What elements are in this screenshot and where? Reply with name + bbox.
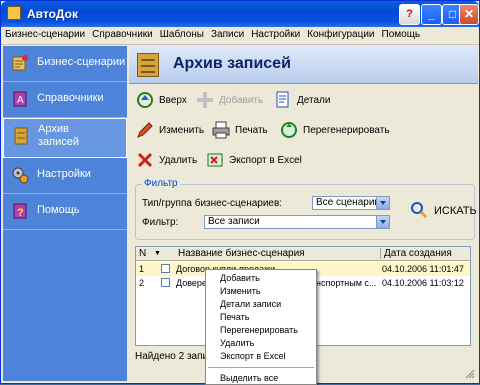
filter-group: Фильтр Тип/группа бизнес-сценариев: Все … (135, 178, 477, 240)
plus-icon (197, 92, 213, 108)
row-checkbox[interactable] (161, 264, 170, 273)
chevron-down-icon[interactable] (376, 216, 389, 228)
ctx-delete[interactable]: Удалить (206, 337, 316, 350)
sidebar: Бизнес-сценарии A Справочники Архив запи… (3, 46, 127, 381)
col-number[interactable]: N (139, 248, 146, 259)
sidebar-item-label: Бизнес-сценарии (37, 56, 126, 68)
ctx-regenerate[interactable]: Перегенерировать (206, 324, 316, 337)
sidebar-item-label: Справочники (37, 92, 104, 104)
menu-bar: Бизнес-сценарии Справочники Шаблоны Записи Н… (1, 27, 479, 45)
print-icon (212, 121, 230, 139)
resize-grip-icon[interactable] (465, 369, 475, 379)
window-title: АвтоДок (27, 7, 78, 21)
regenerate-icon (281, 122, 297, 138)
menu-help[interactable]: Помощь (378, 27, 424, 40)
menu-references[interactable]: Справочники (88, 27, 156, 40)
app-icon (7, 6, 21, 20)
page-header: Архив записей (129, 46, 478, 84)
table-header: N ▼ Название бизнес-сценария Дата создан… (136, 247, 470, 261)
menu-settings[interactable]: Настройки (247, 27, 303, 40)
archive-cabinet-icon (14, 127, 28, 145)
page-title: Архив записей (173, 55, 291, 72)
menu-scenarios[interactable]: Бизнес-сценарии (1, 27, 88, 40)
up-arrow-icon (137, 92, 153, 108)
chevron-down-icon[interactable] (376, 197, 389, 209)
menu-templates[interactable]: Шаблоны (156, 27, 207, 40)
export-excel-button[interactable]: Экспорт в Excel (205, 150, 315, 170)
excel-icon (207, 153, 223, 167)
help-button[interactable]: ? (399, 4, 420, 25)
details-button[interactable]: Детали (273, 90, 343, 110)
ctx-select-all[interactable]: Выделить все (206, 372, 316, 385)
help-book-icon: ? (13, 203, 27, 219)
add-button[interactable]: Добавить (195, 90, 265, 110)
sidebar-item-help[interactable]: ? Помощь (3, 194, 127, 230)
archive-cabinet-icon (137, 53, 159, 77)
sidebar-item-label: Настройки (37, 168, 91, 180)
menu-records[interactable]: Записи (207, 27, 247, 40)
sidebar-item-settings[interactable]: Настройки (3, 158, 127, 194)
title-bar[interactable]: АвтоДок ? _ □ ✕ (1, 1, 479, 27)
close-button[interactable]: ✕ (459, 4, 479, 25)
delete-button[interactable]: Удалить (135, 150, 205, 170)
reference-book-icon: A (13, 91, 27, 107)
pencil-icon (137, 122, 153, 138)
scenario-icon (12, 55, 28, 71)
sidebar-item-label: Архив записей (38, 123, 80, 148)
ctx-print[interactable]: Печать (206, 311, 316, 324)
ctx-separator (208, 367, 314, 368)
svg-text:A: A (17, 95, 24, 106)
sidebar-item-label: Помощь (37, 204, 80, 216)
sidebar-item-scenarios[interactable]: Бизнес-сценарии (3, 46, 127, 82)
type-select[interactable]: Все сценарии (312, 196, 390, 210)
document-details-icon (276, 91, 289, 108)
filter-legend: Фильтр (142, 178, 180, 189)
filter-select[interactable]: Все записи (204, 215, 390, 229)
app-window: АвтоДок ? _ □ ✕ Бизнес-сценарии Справочни… (0, 0, 480, 385)
menu-configurations[interactable]: Конфигурации (303, 27, 377, 40)
search-button[interactable]: ИСКАТЬ (410, 201, 477, 221)
filter-label: Фильтр: (142, 217, 179, 228)
svg-text:?: ? (17, 207, 24, 219)
edit-button[interactable]: Изменить (135, 120, 215, 140)
ctx-export[interactable]: Экспорт в Excel (206, 350, 316, 363)
row-checkbox[interactable] (161, 278, 170, 287)
sidebar-item-archive[interactable]: Архив записей (3, 118, 127, 158)
minimize-button[interactable]: _ (421, 4, 442, 25)
sort-icon[interactable]: ▼ (154, 250, 161, 257)
print-button[interactable]: Печать (211, 120, 277, 140)
col-date[interactable]: Дата создания (380, 248, 452, 259)
ctx-add[interactable]: Добавить (206, 272, 316, 285)
context-menu: Добавить Изменить Детали записи Печать П… (205, 269, 317, 385)
gears-icon (12, 167, 29, 184)
ctx-edit[interactable]: Изменить (206, 285, 316, 298)
delete-x-icon (137, 152, 153, 168)
regenerate-button[interactable]: Перегенерировать (279, 120, 399, 140)
ctx-details[interactable]: Детали записи (206, 298, 316, 311)
type-label: Тип/группа бизнес-сценариев: (142, 198, 283, 209)
search-icon (411, 202, 428, 219)
col-name[interactable]: Название бизнес-сценария (178, 248, 305, 259)
sidebar-item-references[interactable]: A Справочники (3, 82, 127, 118)
